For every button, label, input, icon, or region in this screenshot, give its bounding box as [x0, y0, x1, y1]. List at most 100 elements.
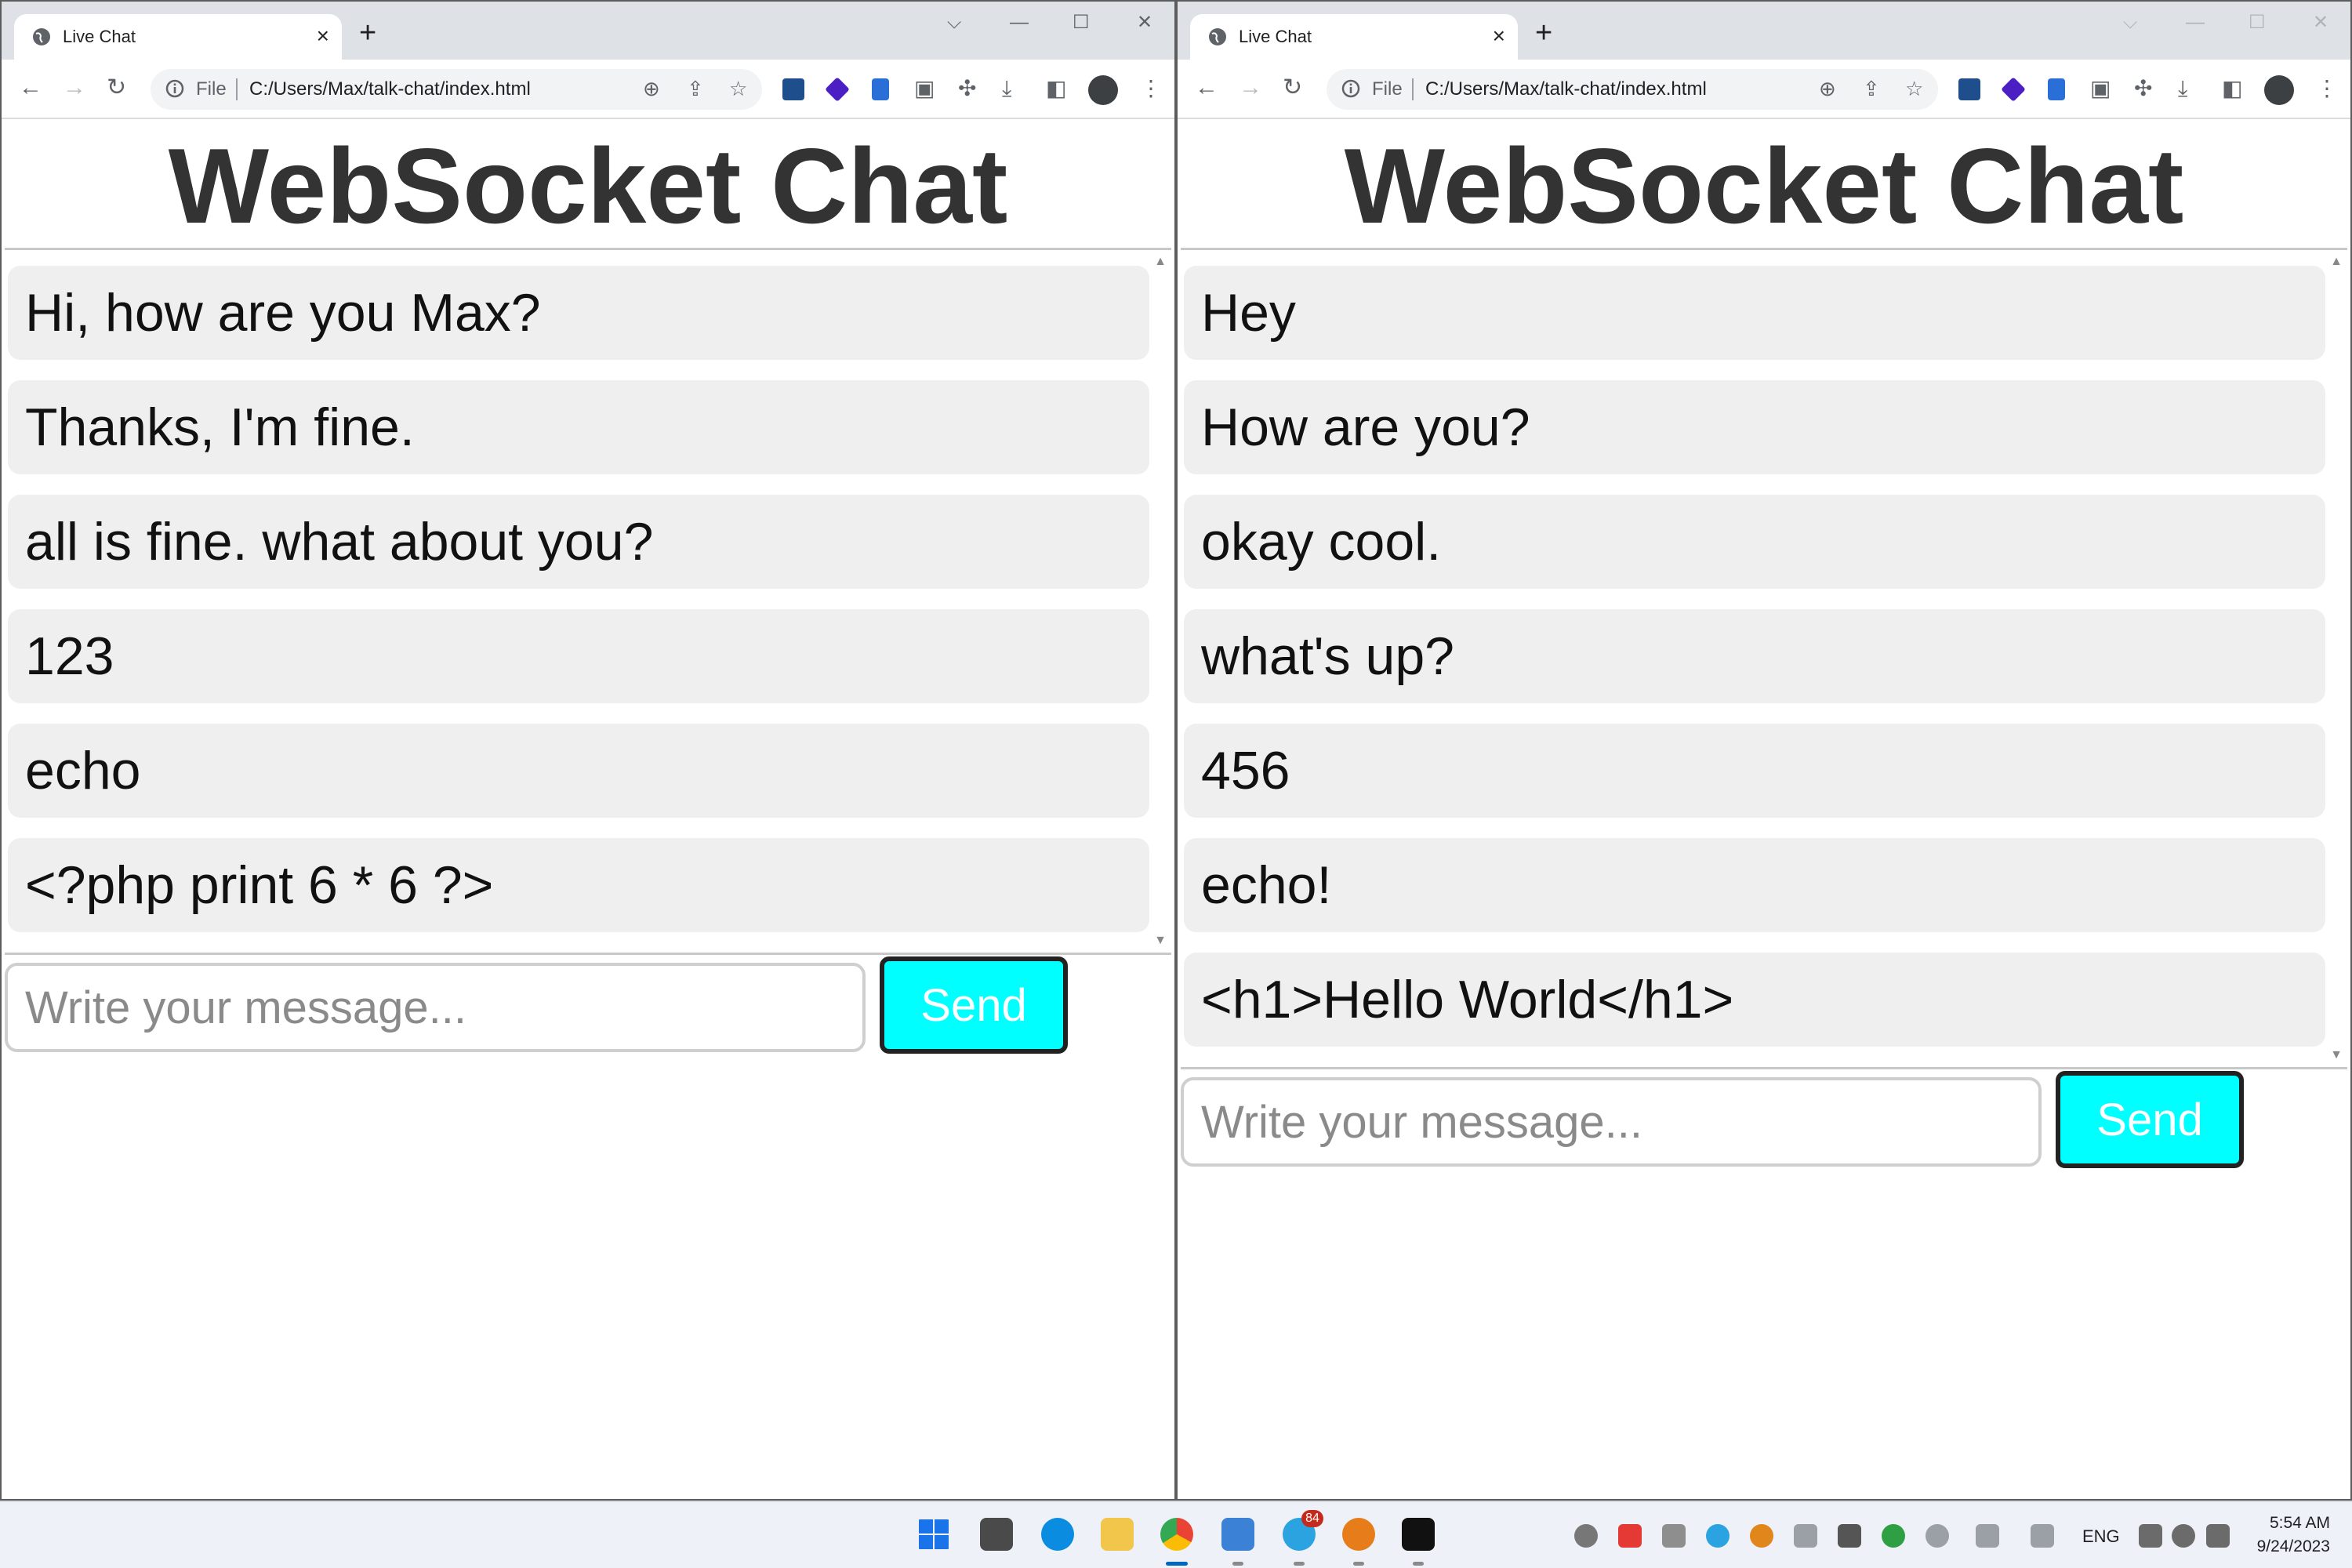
camera-extension-icon[interactable]: ▣	[2090, 75, 2111, 102]
extension-icon-2[interactable]	[825, 77, 850, 102]
tray-app-icon-5[interactable]	[1882, 1524, 1905, 1548]
url-text[interactable]: C:/Users/Max/talk-chat/index.html	[249, 78, 531, 100]
maximize-button[interactable]: ☐	[1073, 9, 1090, 36]
tab-strip: Live Chat × + ⌵ — ☐ ✕	[2, 2, 1174, 60]
new-tab-button[interactable]: +	[1535, 17, 1552, 49]
telegram-unread-badge: 84	[1301, 1510, 1323, 1527]
bookmark-star-icon[interactable]: ☆	[1905, 77, 1923, 100]
side-panel-icon[interactable]: ◧	[2222, 75, 2242, 102]
tray-app-icon-3[interactable]	[1794, 1524, 1817, 1548]
vpn-app-icon[interactable]	[1342, 1518, 1375, 1551]
chat-message: Hi, how are you Max?	[8, 266, 1149, 360]
page-title: WebSocket Chat	[1344, 126, 2184, 245]
close-window-button[interactable]: ✕	[1137, 9, 1152, 36]
search-tray-icon[interactable]	[1750, 1524, 1773, 1548]
puzzle-extensions-icon[interactable]: ✣	[2134, 75, 2152, 102]
menu-dots-icon[interactable]: ⋮	[2316, 75, 2338, 102]
extension-icon-2[interactable]	[2001, 77, 2026, 102]
notepad-icon[interactable]	[1221, 1518, 1254, 1551]
chat-history[interactable]: Hey How are you? okay cool. what's up? 4…	[1181, 248, 2347, 1069]
profile-avatar[interactable]	[2264, 75, 2294, 105]
chrome-icon[interactable]	[1160, 1518, 1193, 1551]
message-composer: Send	[1181, 1071, 2249, 1173]
browser-tab[interactable]: Live Chat ×	[14, 14, 342, 60]
forward-arrow-icon[interactable]: →	[63, 74, 86, 102]
discord-tray-icon[interactable]	[1662, 1524, 1686, 1548]
chrome-active-indicator	[1166, 1562, 1188, 1566]
tab-title: Live Chat	[1239, 27, 1312, 46]
browser-tab[interactable]: Live Chat ×	[1190, 14, 1518, 60]
close-icon[interactable]: ×	[317, 24, 329, 49]
scheme-label: File	[196, 78, 238, 100]
chat-message: How are you?	[1184, 380, 2325, 474]
windows-start-icon[interactable]	[917, 1518, 950, 1551]
close-icon[interactable]: ×	[1493, 24, 1505, 49]
browser-window-right: Live Chat × + ⌵ — ☐ ✕ ← → ↻ File C:/User…	[1176, 0, 2352, 1501]
scroll-down-arrow-icon[interactable]: ▼	[1154, 934, 1167, 948]
message-input[interactable]	[1181, 1077, 2042, 1167]
zoom-icon[interactable]: ⊕	[1819, 77, 1836, 100]
telegram-tray-icon[interactable]	[1706, 1524, 1730, 1548]
info-icon[interactable]	[165, 78, 185, 99]
download-icon[interactable]: ⤓	[1002, 75, 1011, 102]
chat-history[interactable]: Hi, how are you Max? Thanks, I'm fine. a…	[5, 248, 1171, 955]
skype-icon[interactable]	[1041, 1518, 1074, 1551]
scroll-down-arrow-icon[interactable]: ▼	[2330, 1048, 2343, 1062]
chat-message: all is fine. what about you?	[8, 495, 1149, 589]
language-indicator[interactable]: ENG	[2082, 1526, 2120, 1548]
terminal-icon[interactable]	[1402, 1518, 1435, 1551]
tray-app-icon-1[interactable]	[1574, 1524, 1598, 1548]
touchpad-icon[interactable]	[2031, 1524, 2054, 1548]
volume-icon[interactable]	[2172, 1524, 2195, 1548]
page-content: WebSocket Chat Hi, how are you Max? Than…	[2, 119, 1174, 1499]
info-icon[interactable]	[1341, 78, 1361, 99]
keyboard-icon[interactable]	[1976, 1524, 1999, 1548]
camera-extension-icon[interactable]: ▣	[914, 75, 935, 102]
terminal-indicator	[1413, 1562, 1424, 1566]
menu-dots-icon[interactable]: ⋮	[1140, 75, 1162, 102]
puzzle-extensions-icon[interactable]: ✣	[958, 75, 976, 102]
download-icon[interactable]: ⤓	[2178, 75, 2187, 102]
forward-arrow-icon[interactable]: →	[1239, 74, 1262, 102]
back-arrow-icon[interactable]: ←	[19, 74, 42, 102]
sublime-text-icon[interactable]	[980, 1518, 1013, 1551]
zoom-icon[interactable]: ⊕	[643, 77, 660, 100]
tray-app-icon-2[interactable]	[1618, 1524, 1642, 1548]
page-title: WebSocket Chat	[168, 126, 1008, 245]
extension-icon-1[interactable]	[1958, 78, 1980, 100]
side-panel-icon[interactable]: ◧	[1046, 75, 1066, 102]
url-text[interactable]: C:/Users/Max/talk-chat/index.html	[1425, 78, 1707, 100]
file-explorer-icon[interactable]	[1101, 1518, 1134, 1551]
address-bar[interactable]: File C:/Users/Max/talk-chat/index.html ⊕…	[151, 69, 762, 110]
tray-app-icon-4[interactable]	[1838, 1524, 1861, 1548]
send-button[interactable]: Send	[880, 956, 1068, 1054]
share-icon[interactable]: ⇪	[687, 77, 704, 100]
clock[interactable]: 5:54 AM 9/24/2023	[2257, 1512, 2330, 1559]
share-icon[interactable]: ⇪	[1863, 77, 1880, 100]
profile-avatar[interactable]	[1088, 75, 1118, 105]
tab-strip: Live Chat × + ⌵ — ☐ ✕	[1178, 2, 2350, 60]
extension-icon-3[interactable]	[2048, 78, 2065, 100]
address-bar[interactable]: File C:/Users/Max/talk-chat/index.html ⊕…	[1327, 69, 1938, 110]
bookmark-star-icon[interactable]: ☆	[729, 77, 747, 100]
scroll-up-arrow-icon[interactable]: ▲	[1154, 255, 1167, 269]
reload-icon[interactable]: ↻	[1283, 74, 1302, 102]
back-arrow-icon[interactable]: ←	[1195, 74, 1218, 102]
scroll-up-arrow-icon[interactable]: ▲	[2330, 255, 2343, 269]
close-window-button[interactable]: ✕	[2313, 9, 2328, 36]
network-icon[interactable]	[2139, 1524, 2162, 1548]
extension-icon-1[interactable]	[782, 78, 804, 100]
reload-icon[interactable]: ↻	[107, 74, 126, 102]
extension-icon-3[interactable]	[872, 78, 889, 100]
battery-icon[interactable]	[2206, 1524, 2230, 1548]
tab-search-chevron-icon[interactable]: ⌵	[947, 9, 961, 36]
tab-search-chevron-icon[interactable]: ⌵	[2123, 9, 2137, 36]
tray-app-icon-6[interactable]	[1926, 1524, 1949, 1548]
message-input[interactable]	[5, 963, 866, 1052]
browser-window-left: Live Chat × + ⌵ — ☐ ✕ ← → ↻ File C:/User…	[0, 0, 1176, 1501]
send-button[interactable]: Send	[2056, 1071, 2244, 1168]
new-tab-button[interactable]: +	[359, 17, 376, 49]
minimize-button[interactable]: —	[1010, 9, 1029, 36]
maximize-button[interactable]: ☐	[2249, 9, 2266, 36]
minimize-button[interactable]: —	[2186, 9, 2205, 36]
